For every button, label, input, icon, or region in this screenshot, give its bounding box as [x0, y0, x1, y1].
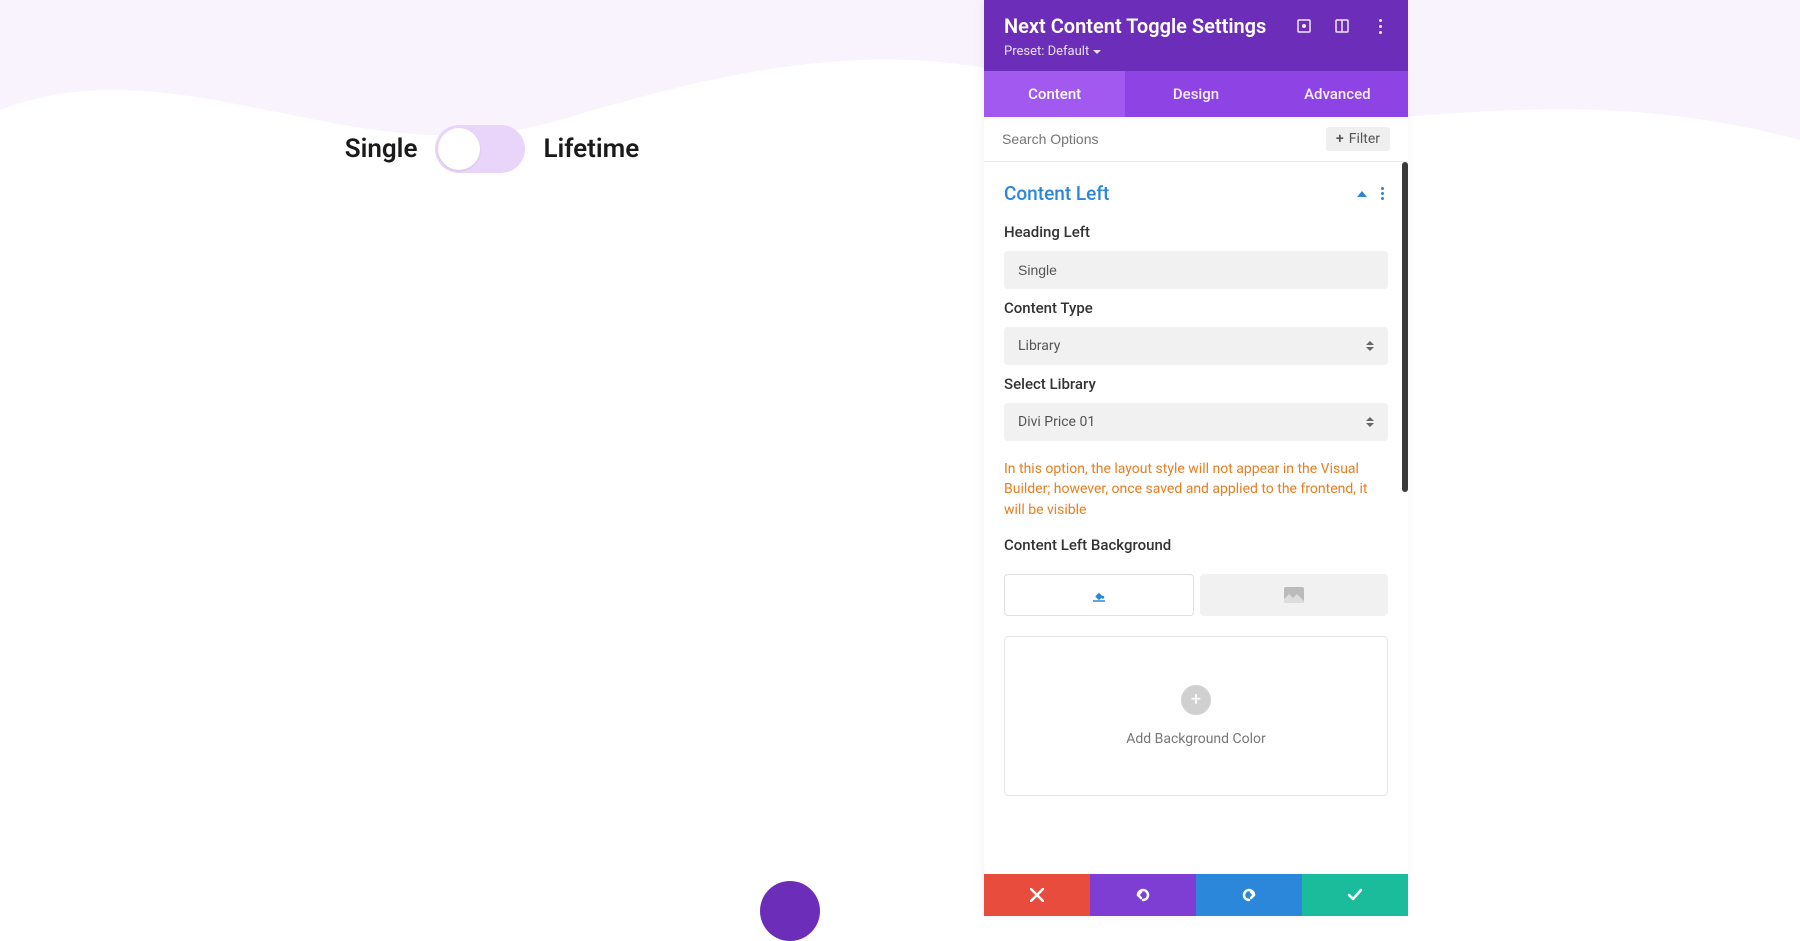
- snap-icon[interactable]: [1334, 18, 1350, 34]
- undo-icon: [1134, 886, 1152, 904]
- panel-header: Next Content Toggle Settings Preset: Def…: [984, 0, 1408, 71]
- caret-down-icon: [1093, 50, 1101, 54]
- panel-body: Content Left Heading Left Content Type L…: [984, 162, 1408, 874]
- scrollbar[interactable]: [1402, 162, 1408, 492]
- heading-left-label: Heading Left: [1004, 223, 1388, 241]
- tab-design[interactable]: Design: [1125, 71, 1266, 117]
- add-background-label: Add Background Color: [1126, 731, 1266, 747]
- add-background-area: + Add Background Color: [1004, 636, 1388, 796]
- expand-icon[interactable]: [1296, 18, 1312, 34]
- heading-left-input[interactable]: [1004, 251, 1388, 289]
- section-more-icon[interactable]: [1381, 187, 1384, 200]
- filter-label: Filter: [1349, 131, 1380, 147]
- toggle-knob: [438, 128, 480, 170]
- save-button[interactable]: [1302, 874, 1408, 916]
- select-arrows-icon: [1366, 417, 1374, 427]
- image-icon: [1284, 587, 1304, 603]
- select-arrows-icon: [1366, 341, 1374, 351]
- content-type-label: Content Type: [1004, 299, 1388, 317]
- redo-icon: [1240, 886, 1258, 904]
- close-icon: [1030, 888, 1044, 902]
- filter-button[interactable]: + Filter: [1326, 127, 1390, 151]
- section-header: Content Left: [984, 162, 1408, 213]
- check-icon: [1347, 888, 1363, 902]
- builder-fab[interactable]: [760, 881, 820, 941]
- toggle-left-label: Single: [345, 134, 418, 164]
- content-left-bg-field: Content Left Background: [984, 526, 1408, 554]
- select-library-select[interactable]: Divi Price 01: [1004, 403, 1388, 441]
- add-background-button[interactable]: +: [1181, 685, 1211, 715]
- tab-advanced[interactable]: Advanced: [1267, 71, 1408, 117]
- collapse-icon[interactable]: [1357, 191, 1367, 197]
- search-row: + Filter: [984, 117, 1408, 162]
- settings-panel: Next Content Toggle Settings Preset: Def…: [984, 0, 1408, 916]
- content-type-select[interactable]: Library: [1004, 327, 1388, 365]
- toggle-switch[interactable]: [435, 125, 525, 173]
- select-library-value: Divi Price 01: [1018, 414, 1095, 430]
- search-input[interactable]: [1002, 131, 1326, 147]
- select-library-label: Select Library: [1004, 375, 1388, 393]
- toggle-right-label: Lifetime: [543, 134, 639, 164]
- more-icon[interactable]: [1372, 18, 1388, 34]
- undo-button[interactable]: [1090, 874, 1196, 916]
- preset-label: Preset: Default: [1004, 44, 1089, 59]
- content-left-bg-label: Content Left Background: [1004, 536, 1388, 554]
- plus-icon: +: [1336, 131, 1344, 147]
- preset-selector[interactable]: Preset: Default: [1004, 44, 1388, 59]
- background-tabs: [984, 564, 1408, 616]
- settings-tabs: Content Design Advanced: [984, 71, 1408, 117]
- preview-area: Single Lifetime: [0, 0, 984, 916]
- panel-footer: [984, 874, 1408, 916]
- select-library-field: Select Library Divi Price 01: [984, 365, 1408, 441]
- info-text: In this option, the layout style will no…: [984, 441, 1408, 526]
- content-toggle: Single Lifetime: [345, 125, 640, 173]
- redo-button[interactable]: [1196, 874, 1302, 916]
- heading-left-field: Heading Left: [984, 213, 1408, 289]
- cancel-button[interactable]: [984, 874, 1090, 916]
- fill-icon: [1090, 586, 1108, 604]
- content-type-field: Content Type Library: [984, 289, 1408, 365]
- panel-title: Next Content Toggle Settings: [1004, 14, 1266, 38]
- bg-color-tab[interactable]: [1004, 574, 1194, 616]
- bg-image-tab[interactable]: [1200, 574, 1388, 616]
- section-title[interactable]: Content Left: [1004, 182, 1109, 205]
- tab-content[interactable]: Content: [984, 71, 1125, 117]
- content-type-value: Library: [1018, 338, 1060, 354]
